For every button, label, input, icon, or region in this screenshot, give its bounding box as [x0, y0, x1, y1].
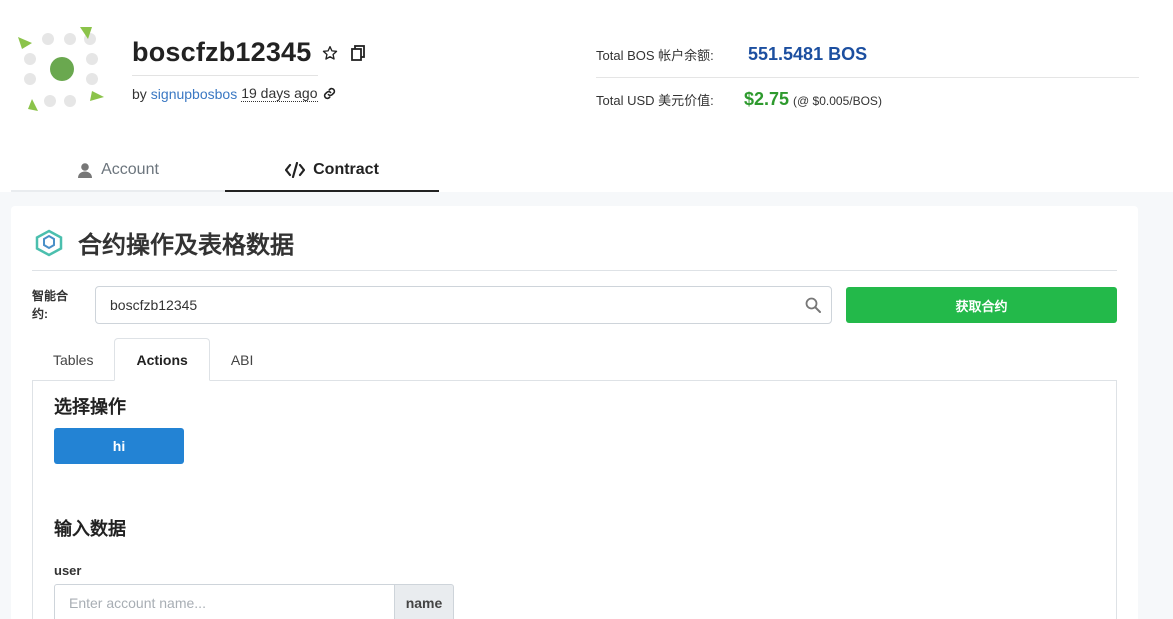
input-data-heading: 输入数据: [54, 519, 126, 539]
tab-account-label: Account: [101, 161, 159, 178]
bos-balance-value: 551.5481 BOS: [748, 44, 868, 64]
link-icon[interactable]: [323, 87, 336, 100]
section-divider: [32, 270, 1117, 271]
section-title: 合约操作及表格数据: [78, 232, 294, 259]
bos-balance-row: Total BOS 帐户余额: 551.5481 BOS: [596, 44, 867, 65]
contract-search-input[interactable]: [95, 286, 832, 324]
user-account-input[interactable]: [54, 584, 395, 619]
account-nav-tabs: Account Contract: [11, 150, 439, 192]
tab-contract[interactable]: Contract: [225, 150, 439, 192]
balance-divider: [596, 77, 1139, 78]
creator-link[interactable]: signupbosbos: [151, 86, 237, 102]
title-divider: [132, 75, 318, 76]
search-icon[interactable]: [805, 297, 821, 313]
usd-rate: (@ $0.005/BOS): [793, 94, 882, 108]
contract-section-header: 合约操作及表格数据: [34, 225, 294, 260]
usd-balance-label: Total USD 美元价值:: [596, 93, 714, 108]
smart-contract-label: 智能合约:: [32, 289, 69, 321]
created-ago[interactable]: 19 days ago: [241, 85, 318, 102]
contract-tabs: Tables Actions ABI: [32, 338, 274, 381]
by-prefix: by: [132, 85, 147, 102]
copy-icon[interactable]: [349, 44, 367, 62]
account-header: boscfzb12345 by signupbosbos 19 days ago…: [0, 0, 1173, 140]
bos-balance-label: Total BOS 帐户余额:: [596, 48, 714, 63]
created-by-line: by signupbosbos 19 days ago: [132, 85, 336, 102]
tab-actions[interactable]: Actions: [114, 338, 210, 381]
tab-tables[interactable]: Tables: [32, 338, 114, 381]
action-hi-button[interactable]: hi: [54, 428, 184, 464]
field-type-addon: name: [394, 584, 454, 619]
user-field-label: user: [54, 563, 82, 578]
user-icon: [77, 162, 93, 178]
tab-abi[interactable]: ABI: [210, 338, 275, 381]
tab-contract-label: Contract: [313, 161, 379, 178]
tab-account[interactable]: Account: [11, 150, 225, 192]
account-title-row: boscfzb12345: [132, 37, 367, 68]
usd-balance-value: $2.75: [744, 89, 790, 109]
usd-balance-row: Total USD 美元价值: $2.75 (@ $0.005/BOS): [596, 89, 882, 110]
fetch-contract-button[interactable]: 获取合约: [846, 287, 1117, 323]
hexagon-icon: [35, 229, 63, 256]
code-icon: [285, 162, 306, 178]
select-action-heading: 选择操作: [54, 397, 126, 417]
account-avatar-icon: [18, 27, 104, 111]
account-name: boscfzb12345: [132, 37, 312, 67]
star-icon[interactable]: [321, 44, 339, 62]
